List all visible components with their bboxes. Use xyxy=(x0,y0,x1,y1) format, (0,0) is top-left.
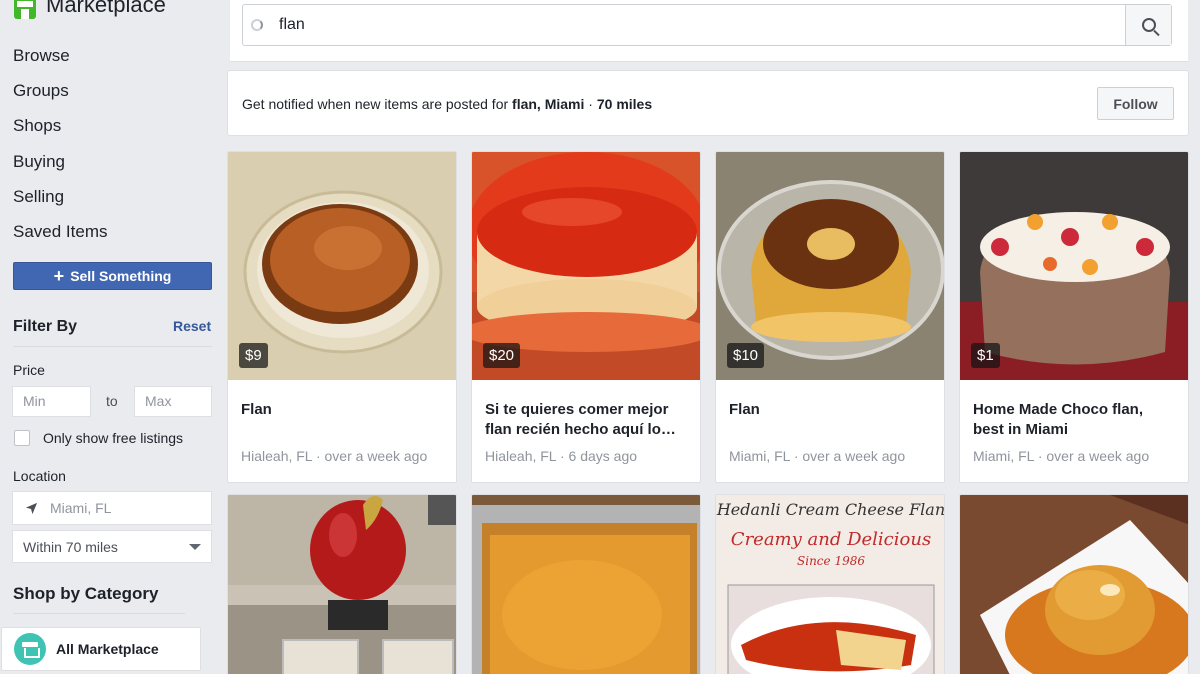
notification-text: Get notified when new items are posted f… xyxy=(242,96,652,112)
brand[interactable]: Marketplace xyxy=(14,0,166,19)
category-title: Shop by Category xyxy=(13,584,159,603)
listing-meta: Miami, FL · over a week ago xyxy=(729,448,906,464)
listing-card[interactable]: $1 Home Made Choco flan, best in Miami M… xyxy=(959,151,1189,483)
location-arrow-icon xyxy=(25,502,38,514)
sidebar-nav: Browse Groups Shops Buying Selling Saved… xyxy=(13,44,108,255)
follow-button[interactable]: Follow xyxy=(1097,87,1174,120)
notification-prefix: Get notified when new items are posted f… xyxy=(242,96,513,112)
image-text-line2: Creamy and Delicious xyxy=(731,529,931,550)
listing-title[interactable]: Si te quieres comer mejor flan recién he… xyxy=(485,400,690,440)
sidebar-item-selling[interactable]: Selling xyxy=(13,185,108,220)
image-text-line3: Since 1986 xyxy=(797,554,865,568)
search-bar: flan xyxy=(230,0,1188,62)
sidebar-item-groups[interactable]: Groups xyxy=(13,79,108,114)
sidebar-item-saved[interactable]: Saved Items xyxy=(13,220,108,255)
listing-card[interactable]: Hedanli Cream Cheese Flan Creamy and Del… xyxy=(715,494,945,674)
price-badge: $10 xyxy=(727,343,765,368)
search-button[interactable] xyxy=(1125,5,1171,45)
store-icon xyxy=(14,633,46,665)
listing-card[interactable] xyxy=(471,494,701,674)
location-input[interactable]: Miami, FL xyxy=(12,491,212,525)
listing-title[interactable]: Flan xyxy=(241,400,446,420)
brand-title: Marketplace xyxy=(46,0,166,17)
listing-image: $9 xyxy=(228,152,456,380)
marketplace-icon xyxy=(14,0,36,19)
sidebar-item-shops[interactable]: Shops xyxy=(13,114,108,149)
notification-separator: · xyxy=(584,96,597,112)
sell-something-button[interactable]: + Sell Something xyxy=(13,262,212,290)
price-to-label: to xyxy=(106,393,118,409)
notification-bar: Get notified when new items are posted f… xyxy=(227,70,1189,136)
plus-icon: + xyxy=(53,266,65,286)
listing-image: Hedanli Cream Cheese Flan Creamy and Del… xyxy=(716,495,944,674)
search-input[interactable]: flan xyxy=(242,4,1172,46)
listing-image: $1 xyxy=(960,152,1188,380)
price-badge: $9 xyxy=(239,343,268,368)
listing-card[interactable]: $20 Si te quieres comer mejor flan recié… xyxy=(471,151,701,483)
sidebar-item-browse[interactable]: Browse xyxy=(13,44,108,79)
free-listings-checkbox[interactable] xyxy=(14,430,30,446)
price-badge: $20 xyxy=(483,343,521,368)
divider xyxy=(13,346,212,347)
listing-image: $20 xyxy=(472,152,700,380)
filter-title: Filter By xyxy=(13,318,78,335)
notification-query: flan, Miami xyxy=(512,96,585,112)
listing-meta: Miami, FL · over a week ago xyxy=(973,448,1150,464)
sell-something-label: Sell Something xyxy=(70,268,172,284)
listing-card[interactable]: $10 Flan Miami, FL · over a week ago xyxy=(715,151,945,483)
loading-spinner-icon xyxy=(251,19,263,31)
listing-image xyxy=(960,495,1188,674)
listing-title[interactable]: Home Made Choco flan, best in Miami xyxy=(973,400,1178,440)
divider xyxy=(13,613,185,614)
listing-title[interactable]: Flan xyxy=(729,400,934,420)
all-marketplace-button[interactable]: All Marketplace xyxy=(1,627,201,671)
radius-select[interactable]: Within 70 miles xyxy=(12,530,212,563)
listing-image xyxy=(228,495,456,674)
price-max-input[interactable]: Max xyxy=(134,386,212,417)
image-text-line1: Hedanli Cream Cheese Flan xyxy=(716,500,944,519)
price-label: Price xyxy=(13,362,45,378)
search-query: flan xyxy=(279,16,305,33)
price-min-input[interactable]: Min xyxy=(12,386,91,417)
free-listings-label: Only show free listings xyxy=(43,430,184,446)
location-value: Miami, FL xyxy=(50,500,112,516)
chevron-down-icon xyxy=(189,543,201,550)
radius-value: Within 70 miles xyxy=(23,538,118,555)
listing-card[interactable] xyxy=(227,494,457,674)
notification-radius: 70 miles xyxy=(596,96,653,112)
all-marketplace-label: All Marketplace xyxy=(56,641,159,657)
listing-image xyxy=(472,495,700,674)
sidebar-item-buying[interactable]: Buying xyxy=(13,150,108,185)
search-icon xyxy=(1141,18,1156,32)
listing-image: $10 xyxy=(716,152,944,380)
listing-card[interactable] xyxy=(959,494,1189,674)
sidebar: Marketplace Browse Groups Shops Buying S… xyxy=(0,0,225,674)
listing-card[interactable]: $9 Flan Hialeah, FL · over a week ago xyxy=(227,151,457,483)
filter-reset-link[interactable]: Reset xyxy=(173,318,211,334)
price-badge: $1 xyxy=(971,343,1000,368)
listing-meta: Hialeah, FL · 6 days ago xyxy=(485,448,638,464)
location-label: Location xyxy=(13,468,66,484)
listing-meta: Hialeah, FL · over a week ago xyxy=(241,448,428,464)
